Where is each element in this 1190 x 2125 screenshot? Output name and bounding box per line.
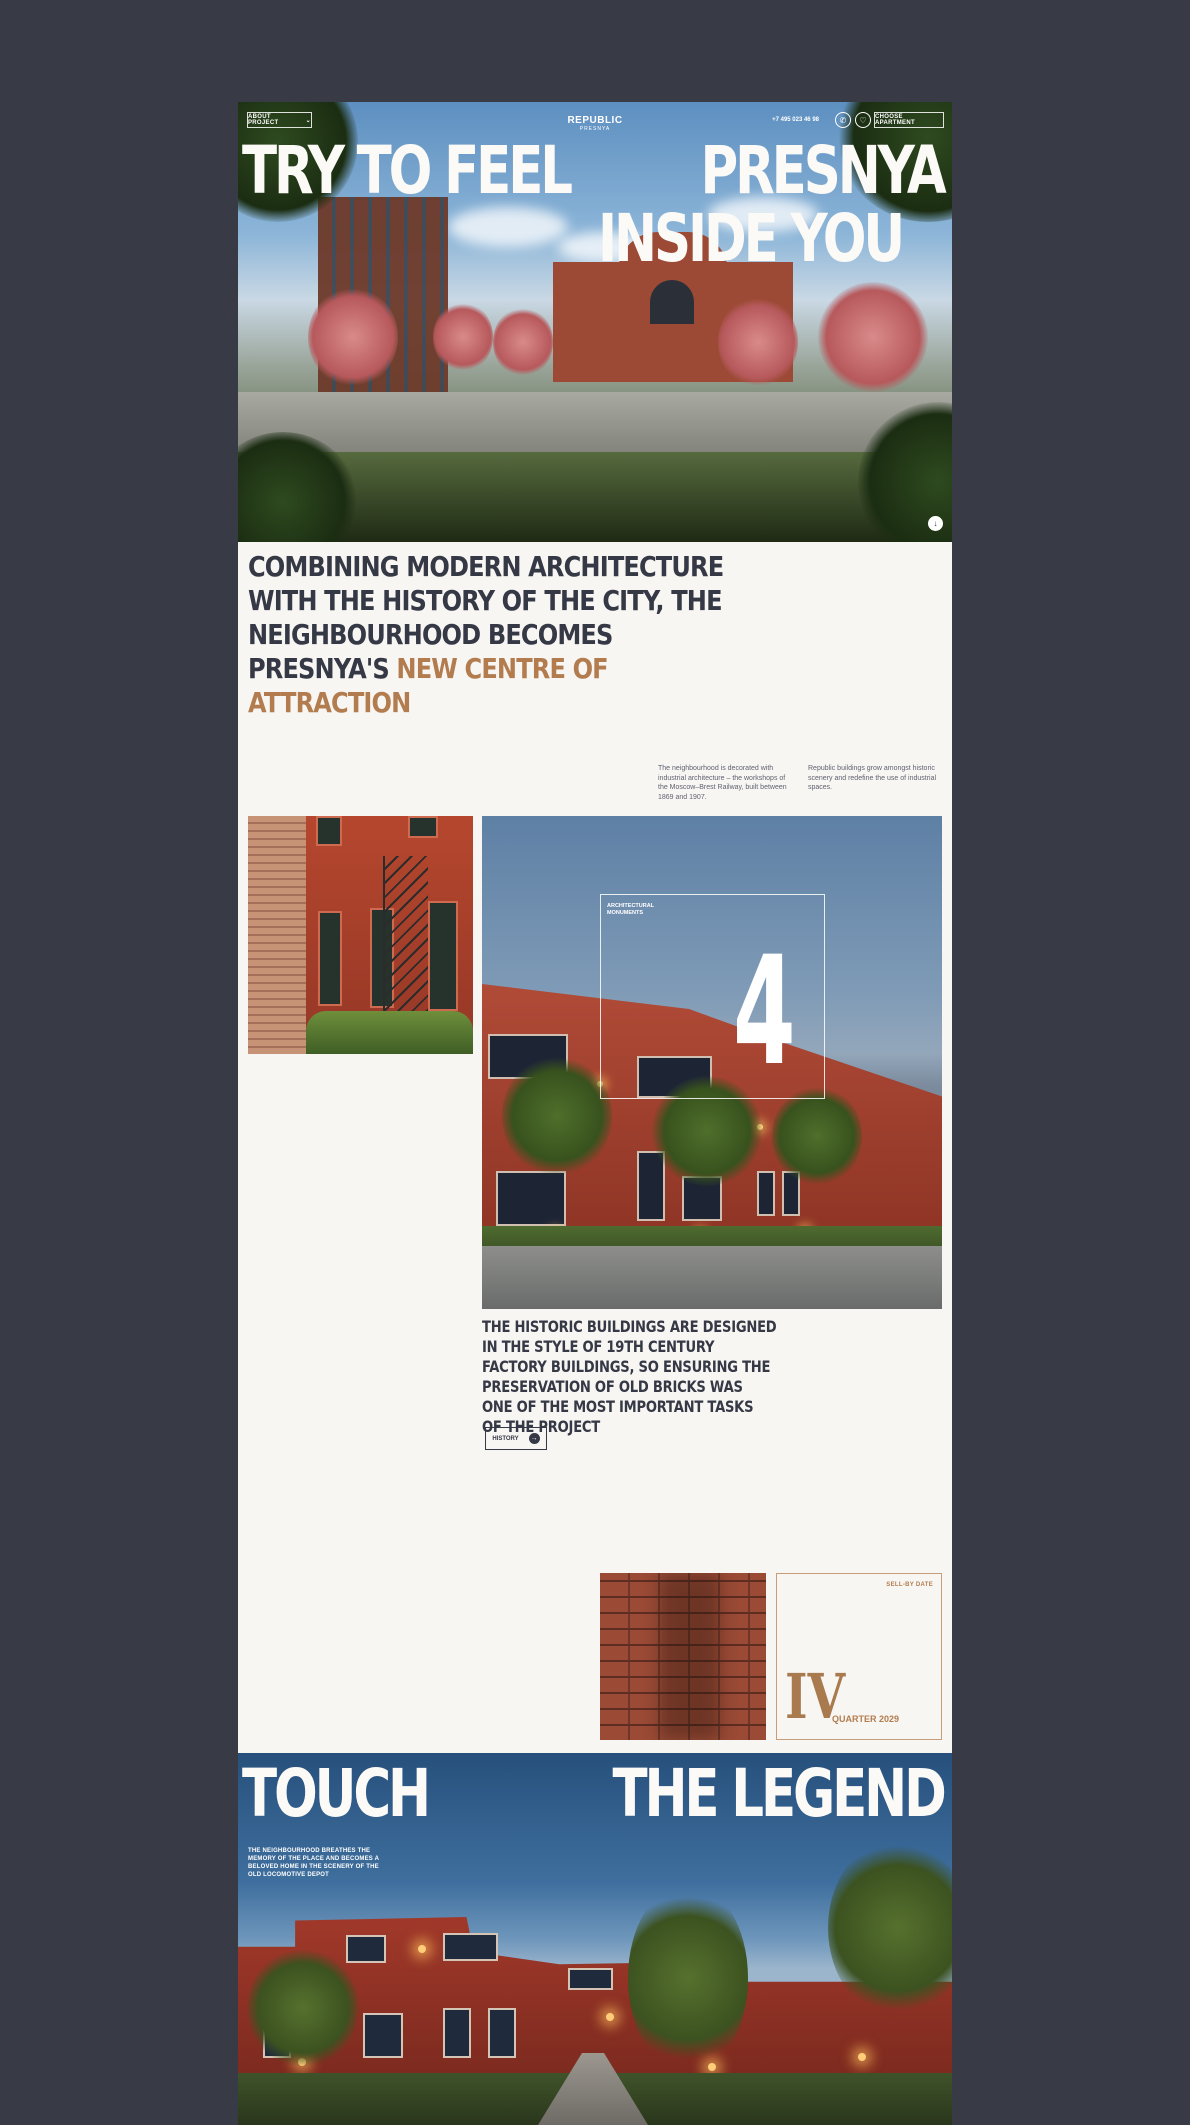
history-label: HISTORY	[492, 1435, 519, 1442]
about-project-button[interactable]: ABOUT PROJECT ⌄	[247, 112, 312, 128]
choose-apartment-label: CHOOSE APARTMENT	[875, 114, 915, 126]
chevron-down-icon: ⌄	[305, 117, 311, 124]
heart-icon[interactable]: ♡	[855, 112, 871, 128]
page: TRY TO FEEL PRESNYA INSIDE YOU ABOUT PRO…	[238, 102, 952, 2125]
sell-by-date-card: SELL-BY DATE IV QUARTER 2029	[776, 1573, 942, 1740]
intro-heading: COMBINING MODERN ARCHITECTURE WITH THE H…	[248, 550, 730, 720]
monument-building-image: ARCHITECTURAL MONUMENTS 4	[482, 816, 942, 1309]
sell-by-label: SELL-BY DATE	[886, 1582, 933, 1588]
sell-by-quarter: QUARTER 2029	[832, 1714, 900, 1724]
legend-subtitle: THE NEIGHBOURHOOD BREATHES THE MEMORY OF…	[248, 1848, 379, 1878]
monument-frame: ARCHITECTURAL MONUMENTS 4	[600, 894, 825, 1099]
header: ABOUT PROJECT ⌄ REPUBLIC PRESNYA +7 495 …	[238, 110, 952, 133]
hero-title-right-2: INSIDE YOU	[598, 200, 905, 277]
logo-name: REPUBLIC	[567, 115, 623, 126]
phone-icon[interactable]: ✆	[835, 112, 851, 128]
hero-section: TRY TO FEEL PRESNYA INSIDE YOU ABOUT PRO…	[238, 102, 952, 542]
intro-note-2: Republic buildings grow amongst historic…	[808, 765, 937, 791]
history-text: THE HISTORIC BUILDINGS ARE DESIGNED IN T…	[482, 1317, 777, 1436]
hero-title-left: TRY TO FEEL	[242, 132, 573, 209]
arrow-down-icon[interactable]: ↓	[928, 516, 943, 531]
arrow-right-icon: →	[528, 1433, 540, 1444]
facade-image	[248, 816, 473, 1054]
monument-label: ARCHITECTURAL MONUMENTS	[607, 903, 654, 916]
phone-number[interactable]: +7 495 023 46 98	[772, 117, 819, 123]
monument-count: 4	[733, 925, 796, 1099]
intro-note-1: The neighbourhood is decorated with indu…	[658, 765, 787, 801]
legend-title-left: TOUCH	[242, 1755, 431, 1832]
choose-apartment-button[interactable]: CHOOSE APARTMENT	[874, 112, 944, 128]
brick-texture-image	[600, 1573, 766, 1740]
about-project-label: ABOUT PROJECT	[248, 114, 279, 126]
logo-sub: PRESNYA	[579, 126, 611, 132]
history-button[interactable]: HISTORY →	[485, 1427, 547, 1450]
legend-section: TOUCH THE LEGEND THE NEIGHBOURHOOD BREAT…	[238, 1753, 952, 2125]
logo[interactable]: REPUBLIC PRESNYA	[555, 115, 635, 133]
hero-title-right: PRESNYA	[700, 132, 947, 209]
legend-title-right: THE LEGEND	[612, 1755, 947, 1832]
